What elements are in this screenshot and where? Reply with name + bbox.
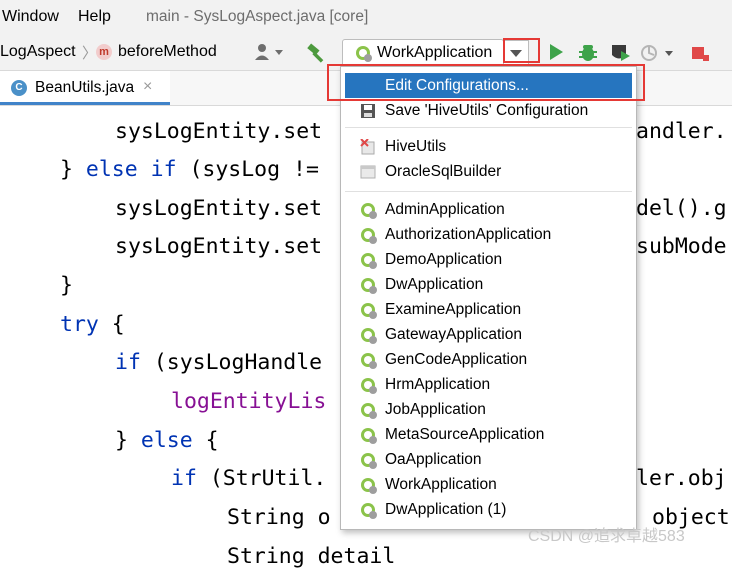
menu-item-label: GenCodeApplication (385, 351, 528, 368)
spring-boot-icon (360, 352, 377, 369)
config-item-application[interactable]: GenCodeApplication (345, 347, 632, 372)
menu-item-label: OaApplication (385, 451, 482, 468)
spring-boot-icon (360, 427, 377, 444)
config-item-application[interactable]: OaApplication (345, 447, 632, 472)
window-title: main - SysLogAspect.java [core] (146, 8, 369, 25)
menu-item-label: GatewayApplication (385, 326, 522, 343)
run-configuration-selector[interactable]: WorkApplication (342, 39, 504, 67)
config-item-application[interactable]: DemoApplication (345, 247, 632, 272)
config-item-application[interactable]: DwApplication (1) (345, 497, 632, 522)
code-line: if (StrUtil. (171, 466, 327, 491)
menu-item-label: HiveUtils (385, 138, 447, 155)
code-line: if (sysLogHandle (115, 350, 323, 375)
code-line: logEntityLis (171, 389, 327, 414)
config-item-application[interactable]: MetaSourceApplication (345, 422, 632, 447)
config-item-application[interactable]: DwApplication (345, 272, 632, 297)
code-line: String o (227, 505, 331, 530)
menu-item-label: AdminApplication (385, 201, 505, 218)
spring-boot-icon (360, 227, 377, 244)
class-icon: C (11, 80, 27, 96)
code-line-tail: subMode (636, 234, 727, 259)
spring-boot-icon (360, 252, 377, 269)
menu-item-label: Save 'HiveUtils' Configuration (385, 102, 589, 119)
code-line-tail: ler.obj (636, 466, 727, 491)
config-item-application[interactable]: WorkApplication (345, 472, 632, 497)
temporary-config-icon (360, 138, 376, 155)
menu-item-label: AuthorizationApplication (385, 226, 552, 243)
build-hammer-icon[interactable] (306, 43, 328, 68)
breadcrumb-class[interactable]: LogAspect (0, 43, 76, 61)
run-configuration-popup: Edit Configurations... Save 'HiveUtils' … (340, 66, 637, 530)
menu-item-label: WorkApplication (385, 476, 497, 493)
spring-boot-icon (360, 302, 377, 319)
stop-icon[interactable] (690, 43, 710, 68)
menu-help[interactable]: Help (78, 8, 111, 26)
spring-boot-icon (360, 277, 377, 294)
code-line-tail: del().g (636, 196, 727, 221)
highlight-box-edit-configurations (327, 64, 645, 101)
tab-label: BeanUtils.java (35, 79, 135, 96)
config-item-application[interactable]: AuthorizationApplication (345, 222, 632, 247)
menu-item-label: ExamineApplication (385, 301, 522, 318)
spring-boot-icon (360, 502, 377, 519)
config-item-application[interactable]: ExamineApplication (345, 297, 632, 322)
menu-item-label: JobApplication (385, 401, 486, 418)
menu-separator (345, 191, 632, 192)
spring-boot-icon (360, 452, 377, 469)
run-icon[interactable] (548, 43, 564, 66)
code-line: } (60, 273, 73, 298)
config-item-application[interactable]: JobApplication (345, 397, 632, 422)
menu-window[interactable]: Window (2, 8, 59, 26)
user-icon[interactable] (254, 43, 284, 66)
config-item-oraclesqlbuilder[interactable]: OracleSqlBuilder (345, 159, 632, 184)
config-item-application[interactable]: AdminApplication (345, 197, 632, 222)
code-line: sysLogEntity.set (115, 119, 323, 144)
code-line: sysLogEntity.set (115, 234, 323, 259)
save-configuration-item[interactable]: Save 'HiveUtils' Configuration (345, 98, 632, 123)
method-icon: m (96, 44, 112, 60)
menu-item-label: OracleSqlBuilder (385, 163, 502, 180)
spring-boot-icon (360, 402, 377, 419)
spring-boot-icon (360, 327, 377, 344)
menu-item-label: DwApplication (385, 276, 484, 293)
config-item-application[interactable]: GatewayApplication (345, 322, 632, 347)
menu-item-label: HrmApplication (385, 376, 491, 393)
spring-boot-icon (360, 377, 377, 394)
breadcrumb-method[interactable]: beforeMethod (118, 43, 217, 61)
code-line: sysLogEntity.set (115, 196, 323, 221)
code-line: } else { (115, 428, 219, 453)
code-line-tail: andler. (636, 119, 727, 144)
spring-boot-icon (355, 45, 372, 62)
application-config-icon (360, 164, 376, 180)
highlight-box-dropdown (503, 38, 540, 63)
profiler-icon[interactable] (640, 43, 674, 68)
code-line: } else if (sysLog != (60, 157, 319, 182)
breadcrumb-separator: 〉 (82, 45, 98, 62)
spring-boot-icon (360, 202, 377, 219)
menu-separator (345, 127, 632, 128)
menu-item-label: DwApplication (1) (385, 501, 507, 518)
close-icon[interactable]: × (143, 78, 152, 96)
menu-item-label: DemoApplication (385, 251, 503, 268)
run-configuration-name: WorkApplication (377, 44, 493, 61)
menu-item-label: MetaSourceApplication (385, 426, 545, 443)
tab-beanutils[interactable]: C BeanUtils.java × (0, 71, 170, 105)
spring-boot-icon (360, 477, 377, 494)
config-item-application[interactable]: HrmApplication (345, 372, 632, 397)
save-icon (360, 103, 376, 119)
code-line: try { (60, 312, 125, 337)
menu-bar: Window Help main - SysLogAspect.java [co… (0, 0, 732, 34)
config-item-hiveutils[interactable]: HiveUtils (345, 134, 632, 159)
code-line: String detail (227, 544, 396, 569)
watermark: CSDN @追求卓越583 (528, 528, 685, 545)
